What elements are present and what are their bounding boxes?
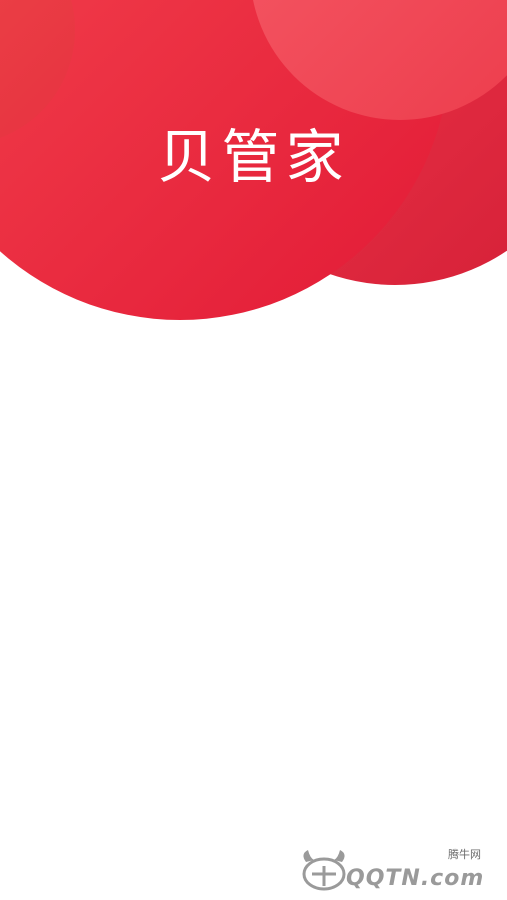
watermark: 腾牛网 QQTN.com	[298, 846, 503, 896]
watermark-brand-en: QQTN.com	[346, 866, 485, 891]
splash-screen: 贝管家 腾牛网 QQTN.com	[0, 0, 507, 900]
watermark-brand-cn: 腾牛网	[448, 848, 481, 861]
bull-logo-icon	[302, 850, 346, 891]
app-title: 贝管家	[157, 123, 350, 191]
